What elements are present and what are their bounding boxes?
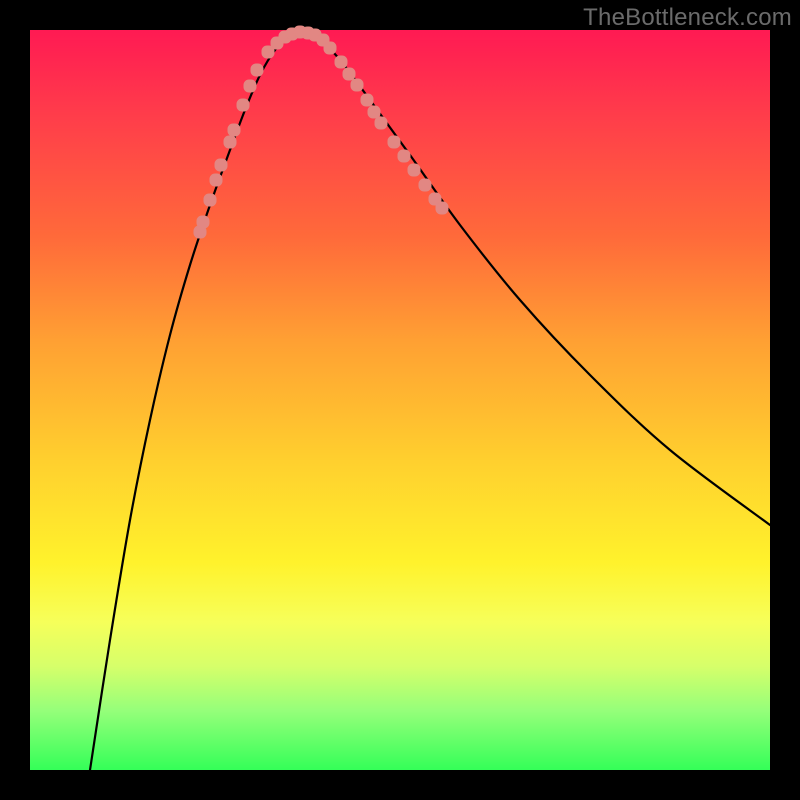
highlight-beads [194,26,448,238]
bead-marker [335,56,347,68]
bead-marker [368,106,380,118]
bead-marker [237,99,249,111]
bead-marker [197,216,209,228]
bead-marker [228,124,240,136]
bead-marker [224,136,236,148]
bead-marker [343,68,355,80]
bead-marker [375,117,387,129]
bottleneck-curve [90,32,770,770]
chart-frame: TheBottleneck.com [0,0,800,800]
bead-marker [251,64,263,76]
bead-marker [408,164,420,176]
bead-marker [361,94,373,106]
chart-svg [30,30,770,770]
bead-marker [419,179,431,191]
bead-marker [244,80,256,92]
bead-marker [210,174,222,186]
bead-marker [388,136,400,148]
bead-marker [324,42,336,54]
bead-marker [351,79,363,91]
bead-marker [398,150,410,162]
bead-marker [215,159,227,171]
bead-marker [436,202,448,214]
watermark-text: TheBottleneck.com [583,4,792,32]
bead-marker [204,194,216,206]
